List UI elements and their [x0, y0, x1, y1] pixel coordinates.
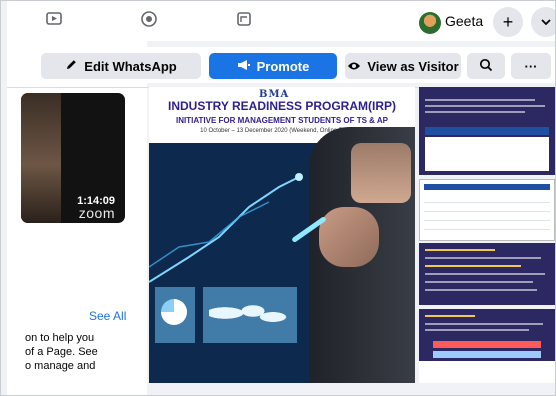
watch-icon[interactable] [45, 11, 63, 31]
thumbnail-heading-line [425, 315, 475, 317]
thumbnail-table [424, 194, 550, 238]
see-all-link[interactable]: See All [89, 309, 126, 323]
user-avatar[interactable] [419, 12, 441, 34]
more-options-button[interactable]: ··· [511, 53, 551, 79]
businessman-face [351, 143, 411, 203]
thumbnail-table [425, 137, 549, 171]
post-thumbnail-2[interactable] [419, 179, 555, 241]
edit-whatsapp-button[interactable]: Edit WhatsApp [41, 53, 201, 79]
world-map-icon [209, 293, 289, 333]
groups-icon[interactable] [235, 11, 253, 31]
thumbnail-text-line [425, 273, 545, 275]
thumbnail-text-line [425, 105, 545, 107]
post-image[interactable]: BMA INDUSTRY READINESS PROGRAM(IRP) INIT… [149, 87, 415, 383]
chevron-down-icon[interactable] [531, 7, 555, 37]
side-card-text: on to help you of a Page. See o manage a… [25, 331, 137, 373]
thumbnail-text-line [425, 99, 535, 101]
thumbnail-table-header [425, 127, 549, 135]
eye-icon [347, 59, 361, 74]
plus-icon[interactable]: + [493, 7, 523, 37]
growth-chart-graphic [149, 173, 303, 283]
promote-label: Promote [256, 58, 310, 74]
thumbnail-footer [419, 361, 555, 383]
thumbnail-text-line [425, 289, 537, 291]
facebook-page-window: Geeta + Edit WhatsApp Promote View as Vi… [0, 0, 556, 396]
thumbnail-link-bar [433, 351, 541, 358]
thumbnail-heading-line [425, 265, 521, 267]
side-card-line: o manage and [25, 360, 96, 372]
pencil-icon [65, 58, 78, 74]
more-options-label: ··· [524, 58, 538, 74]
thumbnail-text-line [425, 329, 529, 331]
megaphone-icon [237, 59, 251, 74]
post-thumbnail-1[interactable] [419, 87, 555, 175]
video-person-image [21, 93, 61, 223]
promote-button[interactable]: Promote [209, 53, 337, 79]
thumbnail-text-line [425, 281, 533, 283]
thumbnail-text-line [425, 257, 541, 259]
edit-whatsapp-label: Edit WhatsApp [84, 58, 177, 74]
zoom-watermark: zoom [78, 205, 115, 221]
post-title: INDUSTRY READINESS PROGRAM(IRP) [167, 99, 397, 113]
thumbnail-heading-line [425, 249, 495, 251]
view-as-visitor-label: View as Visitor [367, 58, 459, 74]
view-as-visitor-button[interactable]: View as Visitor [345, 53, 461, 79]
thumbnail-text-line [425, 111, 525, 113]
video-thumbnail[interactable]: 1:14:09 zoom [21, 93, 125, 223]
post-subtitle: INITIATIVE FOR MANAGEMENT STUDENTS OF TS… [176, 116, 388, 125]
side-card-line: of a Page. See [25, 346, 98, 358]
post-thumbnail-4[interactable] [419, 309, 555, 383]
search-button[interactable] [467, 53, 505, 79]
side-card-line: on to help you [25, 332, 95, 344]
post-thumbnail-3[interactable] [419, 243, 555, 305]
thumbnail-highlight-bar [433, 341, 541, 348]
marketplace-icon[interactable] [139, 11, 159, 31]
pie-chart-icon [161, 299, 187, 325]
user-name[interactable]: Geeta [445, 13, 483, 29]
thumbnail-table-header [424, 184, 550, 190]
thumbnail-text-line [425, 323, 543, 325]
search-icon [479, 58, 493, 75]
